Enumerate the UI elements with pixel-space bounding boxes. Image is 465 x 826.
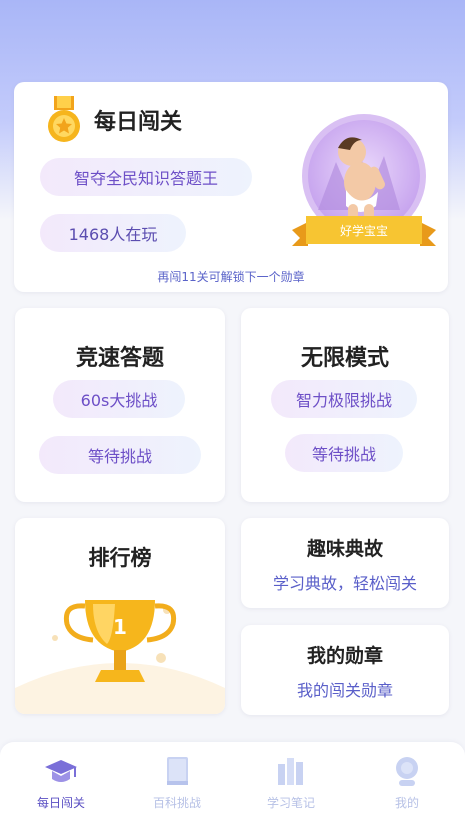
graduation-cap-icon — [45, 760, 77, 782]
daily-challenge-title: 每日闯关 — [94, 110, 183, 135]
user-icon — [396, 757, 418, 786]
endless-mode-card[interactable]: 无限模式 智力极限挑战 等待挑战 — [241, 308, 449, 502]
endless-waiting-button[interactable]: 等待挑战 — [285, 434, 403, 472]
unlock-hint: 再闯11关可解锁下一个勋章 — [157, 270, 305, 284]
book-icon — [167, 757, 188, 785]
tab-label-daily-challenge: 每日闯关 — [36, 796, 85, 810]
trophy-icon: 1 — [15, 600, 225, 714]
players-count-pill: 1468人在玩 — [40, 214, 186, 252]
achievement-badge: 好学宝宝 — [288, 110, 440, 260]
tab-study-notes[interactable]: 学习笔记 — [246, 754, 336, 816]
tab-label-encyclopedia: 百科挑战 — [152, 796, 201, 810]
fun-stories-subtitle: 学习典故，轻松闯关 — [272, 574, 417, 593]
tab-label-mine: 我的 — [394, 796, 419, 810]
svg-text:1: 1 — [113, 615, 127, 639]
gold-medal-icon — [48, 96, 80, 142]
fun-stories-card[interactable]: 趣味典故 学习典故，轻松闯关 — [241, 518, 449, 608]
leaderboard-card[interactable]: 排行榜 1 — [15, 518, 225, 714]
my-medals-title: 我的勋章 — [306, 645, 383, 667]
tab-daily-challenge[interactable]: 每日闯关 — [16, 754, 106, 816]
speed-waiting-button[interactable]: 等待挑战 — [39, 436, 201, 474]
my-medals-subtitle: 我的闯关勋章 — [296, 681, 393, 700]
fun-stories-title: 趣味典故 — [306, 538, 383, 560]
badge-label: 好学宝宝 — [339, 224, 388, 238]
notes-icon — [278, 758, 303, 785]
tab-encyclopedia[interactable]: 百科挑战 — [132, 754, 222, 816]
my-medals-card[interactable]: 我的勋章 我的闯关勋章 — [241, 625, 449, 715]
speed-quiz-title: 竞速答题 — [75, 346, 164, 371]
daily-challenge-card[interactable]: 每日闯关 智夺全民知识答题王 1468人在玩 再闯11关可解锁下一个勋章 好学宝… — [14, 82, 448, 292]
intelligence-limit-button[interactable]: 智力极限挑战 — [271, 380, 417, 418]
tab-mine[interactable]: 我的 — [362, 754, 452, 816]
bottom-tab-bar: 每日闯关 百科挑战 学习笔记 我的 — [0, 742, 465, 826]
sixty-second-challenge-button[interactable]: 60s大挑战 — [53, 380, 185, 418]
tab-label-study-notes: 学习笔记 — [266, 796, 315, 810]
knowledge-king-pill[interactable]: 智夺全民知识答题王 — [40, 158, 252, 196]
endless-mode-title: 无限模式 — [300, 346, 389, 371]
speed-quiz-card[interactable]: 竞速答题 60s大挑战 等待挑战 — [15, 308, 225, 502]
